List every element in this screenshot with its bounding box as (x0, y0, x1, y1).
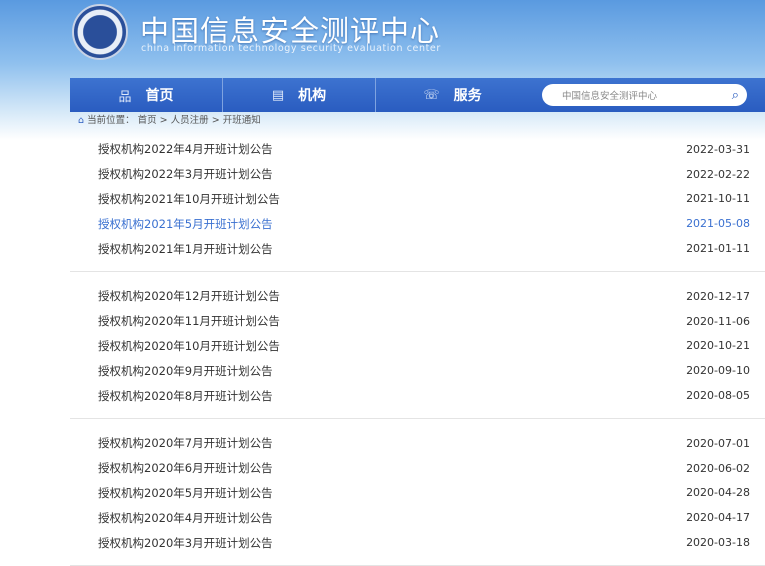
notice-date: 2021-05-08 (686, 217, 750, 231)
list-item[interactable]: 授权机构2020年6月开班计划公告 2020-06-02 (70, 456, 765, 481)
notice-title[interactable]: 授权机构2022年3月开班计划公告 (98, 166, 273, 182)
list-item[interactable]: 授权机构2020年7月开班计划公告 2020-07-01 (70, 431, 765, 456)
list-item[interactable]: 授权机构2021年1月开班计划公告 2021-01-11 (70, 236, 765, 261)
notice-date: 2021-10-11 (686, 192, 750, 206)
notice-date: 2020-09-10 (686, 364, 750, 378)
list-item[interactable]: 授权机构2020年11月开班计划公告 2020-11-06 (70, 309, 765, 334)
breadcrumb-prefix: 当前位置： (87, 115, 135, 126)
notice-title[interactable]: 授权机构2020年7月开班计划公告 (98, 435, 273, 451)
nav-label: 机构 (298, 88, 327, 104)
list-item[interactable]: 授权机构2022年3月开班计划公告 2022-02-22 (70, 162, 765, 187)
service-icon: ☏ (423, 87, 440, 103)
notice-date: 2020-04-17 (686, 511, 750, 525)
sitemap-icon: 品 (118, 89, 132, 105)
search-input[interactable]: 中国信息安全测评中心 ⌕ (542, 84, 747, 106)
list-item[interactable]: 授权机构2021年10月开班计划公告 2021-10-11 (70, 187, 765, 212)
notice-date: 2020-08-05 (686, 389, 750, 403)
notice-date: 2021-01-11 (686, 242, 750, 256)
notice-date: 2020-12-17 (686, 289, 750, 303)
notice-date: 2020-07-01 (686, 436, 750, 450)
notice-title[interactable]: 授权机构2020年12月开班计划公告 (98, 288, 280, 304)
nav-label: 服务 (453, 88, 482, 104)
breadcrumb-separator: > (159, 115, 168, 126)
search-icon[interactable]: ⌕ (732, 88, 739, 103)
notice-title[interactable]: 授权机构2021年5月开班计划公告 (98, 216, 273, 232)
notice-date: 2020-10-21 (686, 339, 750, 353)
site-subtitle: china information technology security ev… (141, 43, 441, 54)
search-placeholder: 中国信息安全测评中心 (562, 91, 658, 102)
notice-title[interactable]: 授权机构2020年9月开班计划公告 (98, 363, 273, 379)
notice-date: 2022-02-22 (686, 167, 750, 181)
main-nav: 品首页 ▤ 机构 ☏ 服务 中国信息安全测评中心 ⌕ (70, 78, 765, 112)
breadcrumb-separator: > (211, 115, 220, 126)
list-item[interactable]: 授权机构2020年8月开班计划公告 2020-08-05 (70, 383, 765, 408)
notice-date: 2020-11-06 (686, 314, 750, 328)
document-icon: ▤ (271, 87, 285, 103)
logo-emblem[interactable] (72, 4, 128, 60)
notice-title[interactable]: 授权机构2020年5月开班计划公告 (98, 485, 273, 501)
nav-institutions[interactable]: ▤ 机构 (223, 78, 376, 112)
breadcrumb-registration[interactable]: 人员注册 (171, 115, 209, 126)
notice-title[interactable]: 授权机构2020年3月开班计划公告 (98, 535, 273, 551)
list-item[interactable]: 授权机构2020年12月开班计划公告 2020-12-17 (70, 284, 765, 309)
notice-date: 2020-04-28 (686, 486, 750, 500)
list-item[interactable]: 授权机构2021年5月开班计划公告 2021-05-08 (70, 211, 765, 236)
list-item[interactable]: 授权机构2020年5月开班计划公告 2020-04-28 (70, 481, 765, 506)
notice-title[interactable]: 授权机构2021年1月开班计划公告 (98, 241, 273, 257)
notice-group: 授权机构2020年7月开班计划公告 2020-07-01 授权机构2020年6月开班… (70, 419, 765, 566)
notice-date: 2020-03-18 (686, 536, 750, 550)
breadcrumb-home[interactable]: 首页 (138, 115, 157, 126)
notice-title[interactable]: 授权机构2020年4月开班计划公告 (98, 510, 273, 526)
list-item[interactable]: 授权机构2020年4月开班计划公告 2020-04-17 (70, 505, 765, 530)
notice-title[interactable]: 授权机构2022年4月开班计划公告 (98, 141, 273, 157)
notice-title[interactable]: 授权机构2021年10月开班计划公告 (98, 191, 280, 207)
notice-date: 2022-03-31 (686, 142, 750, 156)
list-item[interactable]: 授权机构2022年4月开班计划公告 2022-03-31 (70, 137, 765, 162)
breadcrumb: ⌂ 当前位置： 首页 > 人员注册 > 开班通知 (78, 112, 261, 126)
notice-list: 授权机构2022年4月开班计划公告 2022-03-31 授权机构2022年3月开班… (70, 137, 765, 566)
notice-title[interactable]: 授权机构2020年11月开班计划公告 (98, 313, 280, 329)
list-item[interactable]: 授权机构2020年10月开班计划公告 2020-10-21 (70, 334, 765, 359)
notice-title[interactable]: 授权机构2020年6月开班计划公告 (98, 460, 273, 476)
breadcrumb-current[interactable]: 开班通知 (223, 115, 261, 126)
nav-services[interactable]: ☏ 服务 (376, 78, 529, 112)
notice-group: 授权机构2022年4月开班计划公告 2022-03-31 授权机构2022年3月开班… (70, 137, 765, 272)
home-icon: ⌂ (78, 115, 85, 126)
notice-title[interactable]: 授权机构2020年8月开班计划公告 (98, 388, 273, 404)
notice-title[interactable]: 授权机构2020年10月开班计划公告 (98, 338, 280, 354)
notice-group: 授权机构2020年12月开班计划公告 2020-12-17 授权机构2020年11月… (70, 272, 765, 419)
notice-date: 2020-06-02 (686, 461, 750, 475)
nav-home[interactable]: 品首页 (70, 78, 223, 112)
list-item[interactable]: 授权机构2020年3月开班计划公告 2020-03-18 (70, 530, 765, 555)
nav-label: 首页 (145, 88, 174, 104)
list-item[interactable]: 授权机构2020年9月开班计划公告 2020-09-10 (70, 358, 765, 383)
